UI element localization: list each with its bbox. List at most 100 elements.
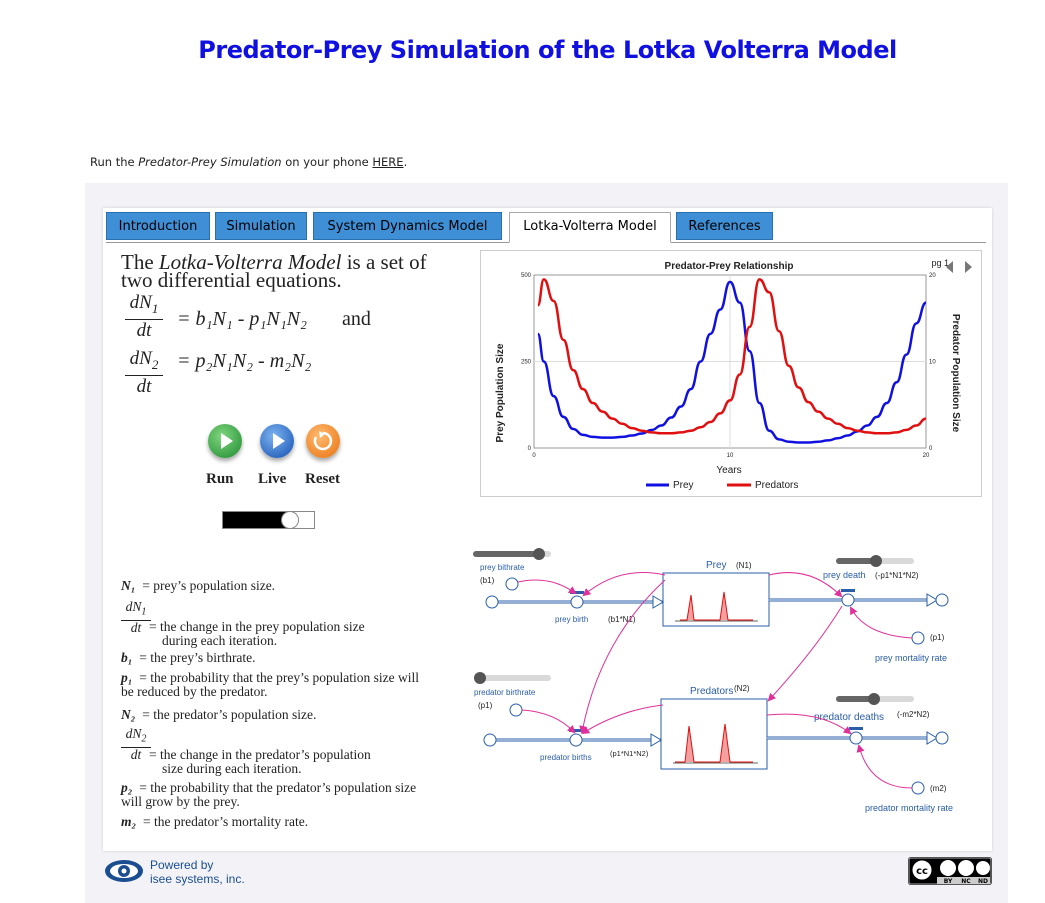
m2-link — [856, 744, 913, 789]
eq2-num-sub: 2 — [151, 356, 159, 372]
chart-plot-area: 0 10 20025050001020 — [521, 273, 936, 459]
tab-system-dynamics-model[interactable]: System Dynamics Model — [313, 212, 502, 240]
p1-link — [850, 606, 913, 639]
tab-bar: Introduction Simulation System Dynamics … — [106, 212, 986, 243]
intro-text: The Lotka-Volterra Model is a set of two… — [121, 252, 461, 291]
prey-death-slider[interactable] — [836, 555, 914, 567]
y-axis-label-left: Prey Population Size — [495, 343, 506, 442]
tab-simulation[interactable]: Simulation — [215, 212, 307, 240]
eq2-denominator: dt — [136, 375, 152, 397]
predators-source-cloud-icon — [483, 733, 497, 747]
predators-stock-var: (N2) — [734, 684, 750, 693]
isee-eye-logo-icon — [105, 860, 143, 882]
predator-births-label: predator births — [540, 753, 592, 762]
pred-to-pred-births-link — [581, 704, 664, 735]
cc-license-icon: cc BY NC ND — [908, 857, 992, 885]
prey-birth-valve-icon[interactable] — [570, 595, 584, 609]
predator-birthrate-slider[interactable] — [474, 672, 551, 684]
predator-deaths-eq: (-m2*N2) — [897, 710, 930, 719]
predator-deaths-slider[interactable] — [836, 693, 914, 705]
x-axis-label: Years — [716, 465, 741, 476]
y-tick-label-left: 500 — [521, 273, 532, 279]
def-b1: b₁ = the prey’s birthrate. — [121, 650, 256, 665]
x-tick-label: 10 — [727, 453, 734, 459]
eq1-denominator: dt — [136, 319, 152, 341]
eq2-numerator: dN — [129, 348, 152, 369]
def-dn2dt-frac: dN2 dt — [121, 727, 151, 762]
predator-deaths-valve-icon[interactable] — [849, 731, 863, 745]
predator-prey-chart: Predator-Prey Relationship pg 1 Prey Pop… — [480, 250, 982, 497]
p1-converter[interactable] — [911, 631, 925, 645]
prey-bithrate-slider[interactable] — [473, 548, 551, 560]
eq1-rhs: = b₁N₁ - p₁N₁N₂ — [177, 308, 307, 330]
cc-license-badge[interactable]: cc BY NC ND — [908, 857, 992, 885]
predator-birthrate-label: predator birthrate — [474, 688, 536, 697]
x-tick-label: 20 — [923, 453, 930, 459]
powered-line-1: Powered by — [150, 858, 214, 872]
pred-p1-converter[interactable] — [509, 703, 523, 717]
m2-converter[interactable] — [911, 781, 925, 795]
run-button[interactable] — [208, 424, 242, 458]
y-axis-label-right: Predator Population Size — [950, 314, 961, 433]
y-tick-label-left: 0 — [528, 446, 532, 452]
live-button[interactable] — [260, 424, 294, 458]
run-prefix: Run the — [90, 155, 139, 169]
prey-stock-label: Prey — [706, 560, 727, 571]
prey-stock[interactable] — [662, 572, 770, 627]
reset-icon — [313, 431, 333, 451]
eq1-fraction: dN1 dt — [125, 293, 163, 342]
def-dn1dt-frac: dN1 dt — [121, 600, 151, 635]
eq2-rhs: = p₂N₁N₂ - m₂N₂ — [177, 350, 312, 372]
reset-label: Reset — [305, 471, 340, 487]
toggle-knob[interactable] — [281, 511, 299, 529]
cc-by-text: BY — [944, 878, 953, 885]
pred-p1-label: (p1) — [478, 701, 493, 710]
cc-text: cc — [916, 866, 928, 877]
p1-label: (p1) — [930, 633, 945, 642]
tab-references[interactable]: References — [676, 212, 773, 240]
eq1-numerator: dN — [129, 292, 152, 313]
prey-death-valve-icon[interactable] — [841, 593, 855, 607]
sd-model-diagram: Prey (N1) Predators (N2) prey birth (b1*… — [473, 548, 953, 813]
tab-lotka-volterra-model[interactable]: Lotka-Volterra Model — [509, 212, 671, 243]
def-n1: N₁ = prey’s population size. — [121, 578, 276, 593]
play-icon — [273, 433, 285, 449]
tab-introduction[interactable]: Introduction — [106, 212, 210, 240]
predator-births-valve-icon[interactable] — [569, 733, 583, 747]
next-page-icon[interactable] — [965, 261, 972, 273]
b1-converter[interactable] — [505, 577, 519, 591]
predator-to-prey-death-link — [767, 605, 843, 702]
page-title: Predator-Prey Simulation of the Lotka Vo… — [198, 36, 897, 64]
cc-nd-text: ND — [978, 878, 988, 885]
y-tick-label-right: 0 — [929, 446, 933, 452]
cc-nc-text: NC — [961, 878, 971, 885]
reset-button[interactable] — [306, 424, 340, 458]
predators-inflow-arrow — [650, 733, 662, 747]
def-p2: p₂ = the probability that the predator’s… — [121, 780, 417, 809]
prey-sink-cloud-icon — [935, 593, 949, 607]
def-m2: m₂ = the predator’s mortality rate. — [121, 814, 309, 829]
predator-deaths-label: predator deaths — [814, 712, 884, 723]
x-tick-label: 0 — [532, 453, 536, 459]
here-link[interactable]: HERE — [372, 155, 403, 169]
prey-bithrate-label: prey bithrate — [480, 563, 525, 572]
prey-death-eq: (-p1*N1*N2) — [875, 571, 919, 580]
valve-cap-icon — [849, 727, 863, 730]
b1-label: (b1) — [480, 576, 495, 585]
prey-birth-label: prey birth — [555, 615, 588, 624]
prey-source-cloud-icon — [485, 595, 499, 609]
def-n2: N₂ = the predator’s population size. — [121, 707, 317, 722]
def-dn2dt: = the change in the predator’s populatio… — [149, 747, 371, 776]
predators-stock-label: Predators — [690, 686, 733, 697]
pred-p1-link — [521, 709, 576, 734]
def-dn1dt: = the change in the prey population size… — [149, 619, 365, 648]
prey-mortality-label: prey mortality rate — [875, 653, 947, 663]
m2-label: (m2) — [930, 784, 947, 793]
speed-toggle[interactable] — [222, 511, 315, 529]
powered-by[interactable]: Powered by isee systems, inc. — [150, 858, 245, 886]
prey-stock-var: (N1) — [736, 561, 752, 570]
eq2-fraction: dN2 dt — [125, 349, 163, 398]
run-middle: on your phone — [281, 155, 373, 169]
chart-title: Predator-Prey Relationship — [665, 261, 794, 272]
predators-stock[interactable] — [660, 698, 768, 770]
